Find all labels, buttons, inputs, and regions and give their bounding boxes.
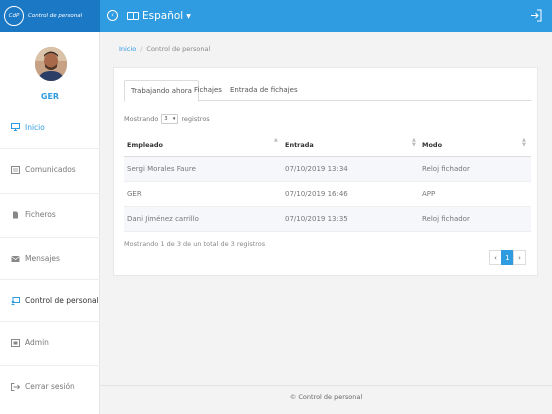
cell-entrada: 07/10/2019 16:46 xyxy=(285,190,348,198)
breadcrumb-current: Control de personal xyxy=(146,45,211,53)
table-header: Empleado ▲ Entrada ▲ ▼ Modo ▲ ▼ xyxy=(124,134,531,157)
footer: © Control de personal xyxy=(289,393,363,401)
sidebar-item-label: Inicio xyxy=(25,122,45,132)
breadcrumb: Inicio / Control de personal xyxy=(119,45,210,53)
cell-entrada: 07/10/2019 13:34 xyxy=(285,165,348,173)
sidebar-item-mensajes[interactable]: Mensajes xyxy=(0,237,100,279)
sidebar-item-admin[interactable]: Admin xyxy=(0,321,100,363)
brand-title: Control de personal xyxy=(28,13,83,19)
page-length-value: 3 xyxy=(164,116,168,122)
page-length-control: Mostrando 3 ▾ registros xyxy=(124,114,210,124)
table-row[interactable]: Sergi Morales Faure 07/10/2019 13:34 Rel… xyxy=(124,157,531,182)
column-header-empleado[interactable]: Empleado xyxy=(127,134,163,157)
sidebar-item-comunicados[interactable]: Comunicados xyxy=(0,148,100,190)
sort-icon[interactable]: ▲ ▼ xyxy=(522,138,526,148)
app-logo: CdP xyxy=(4,6,24,26)
sidebar-item-label: Control de personal xyxy=(25,296,99,305)
sidebar-item-label: Comunicados xyxy=(25,165,76,174)
next-page-button[interactable]: › xyxy=(513,250,526,265)
brand[interactable]: CdP Control de personal xyxy=(0,0,100,32)
language-label: Español xyxy=(142,10,184,22)
cell-modo: Reloj fichador xyxy=(422,165,470,173)
column-header-entrada[interactable]: Entrada xyxy=(285,134,314,157)
tab-fichajes[interactable]: Fichajes xyxy=(188,80,228,101)
language-selector[interactable]: Español ▼ xyxy=(127,8,191,24)
envelope-icon xyxy=(11,255,20,262)
cell-modo: Reloj fichador xyxy=(422,215,470,223)
staff-control-panel: Trabajando ahora Fichajes Entrada de fic… xyxy=(113,67,538,276)
monitor-icon xyxy=(11,123,20,131)
admin-icon xyxy=(11,338,20,347)
chevron-down-icon: ▾ xyxy=(172,116,176,122)
sort-icon[interactable]: ▲ ▼ xyxy=(412,138,416,148)
pagination: ‹ 1 › xyxy=(489,250,526,265)
sign-out-icon xyxy=(11,382,20,391)
table-info: Mostrando 1 de 3 de un total de 3 regist… xyxy=(124,240,266,248)
sidebar-item-label: Ficheros xyxy=(25,210,56,219)
sidebar: GER Inicio Comunicados Ficheros Mensajes… xyxy=(0,32,100,414)
sidebar-item-inicio[interactable]: Inicio xyxy=(0,106,100,148)
sidebar-item-ficheros[interactable]: Ficheros xyxy=(0,193,100,235)
user-name: GER xyxy=(40,92,60,101)
breadcrumb-separator: / xyxy=(140,45,143,53)
tab-bar: Trabajando ahora Fichajes Entrada de fic… xyxy=(124,78,531,102)
sidebar-item-control-de-personal[interactable]: Control de personal xyxy=(0,279,100,321)
sort-asc-icon[interactable]: ▲ xyxy=(274,138,278,143)
cell-entrada: 07/10/2019 13:35 xyxy=(285,215,348,223)
top-bar: CdP Control de personal ‹ Español ▼ xyxy=(0,0,552,32)
cell-empleado: GER xyxy=(127,190,142,198)
sidebar-item-label: Mensajes xyxy=(25,254,60,263)
cell-modo: APP xyxy=(422,190,436,198)
cell-empleado: Dani Jiménez carrillo xyxy=(127,215,199,223)
logout-icon[interactable] xyxy=(530,9,542,22)
length-suffix: registros xyxy=(181,115,210,123)
column-header-modo[interactable]: Modo xyxy=(422,134,442,157)
sidebar-item-cerrar-sesion[interactable]: Cerrar sesión xyxy=(0,365,100,407)
file-icon xyxy=(13,211,18,218)
sidebar-toggle-icon[interactable]: ‹ xyxy=(107,10,118,21)
footer-divider xyxy=(100,385,552,386)
table-row[interactable]: Dani Jiménez carrillo 07/10/2019 13:35 R… xyxy=(124,207,531,232)
page-length-select[interactable]: 3 ▾ xyxy=(161,114,179,124)
people-screen-icon xyxy=(11,296,20,305)
employees-table: Empleado ▲ Entrada ▲ ▼ Modo ▲ ▼ Sergi Mora… xyxy=(124,134,531,232)
tab-entrada-de-fichajes[interactable]: Entrada de fichajes xyxy=(224,80,304,101)
avatar xyxy=(35,47,67,81)
breadcrumb-home-link[interactable]: Inicio xyxy=(119,45,136,53)
newspaper-icon xyxy=(11,165,20,174)
chevron-down-icon: ▼ xyxy=(186,12,191,20)
table-row[interactable]: GER 07/10/2019 16:46 APP xyxy=(124,182,531,207)
sidebar-item-label: Admin xyxy=(25,338,49,347)
cell-empleado: Sergi Morales Faure xyxy=(127,165,196,173)
language-icon xyxy=(127,12,139,20)
length-prefix: Mostrando xyxy=(124,115,159,123)
sidebar-item-label: Cerrar sesión xyxy=(25,382,75,391)
